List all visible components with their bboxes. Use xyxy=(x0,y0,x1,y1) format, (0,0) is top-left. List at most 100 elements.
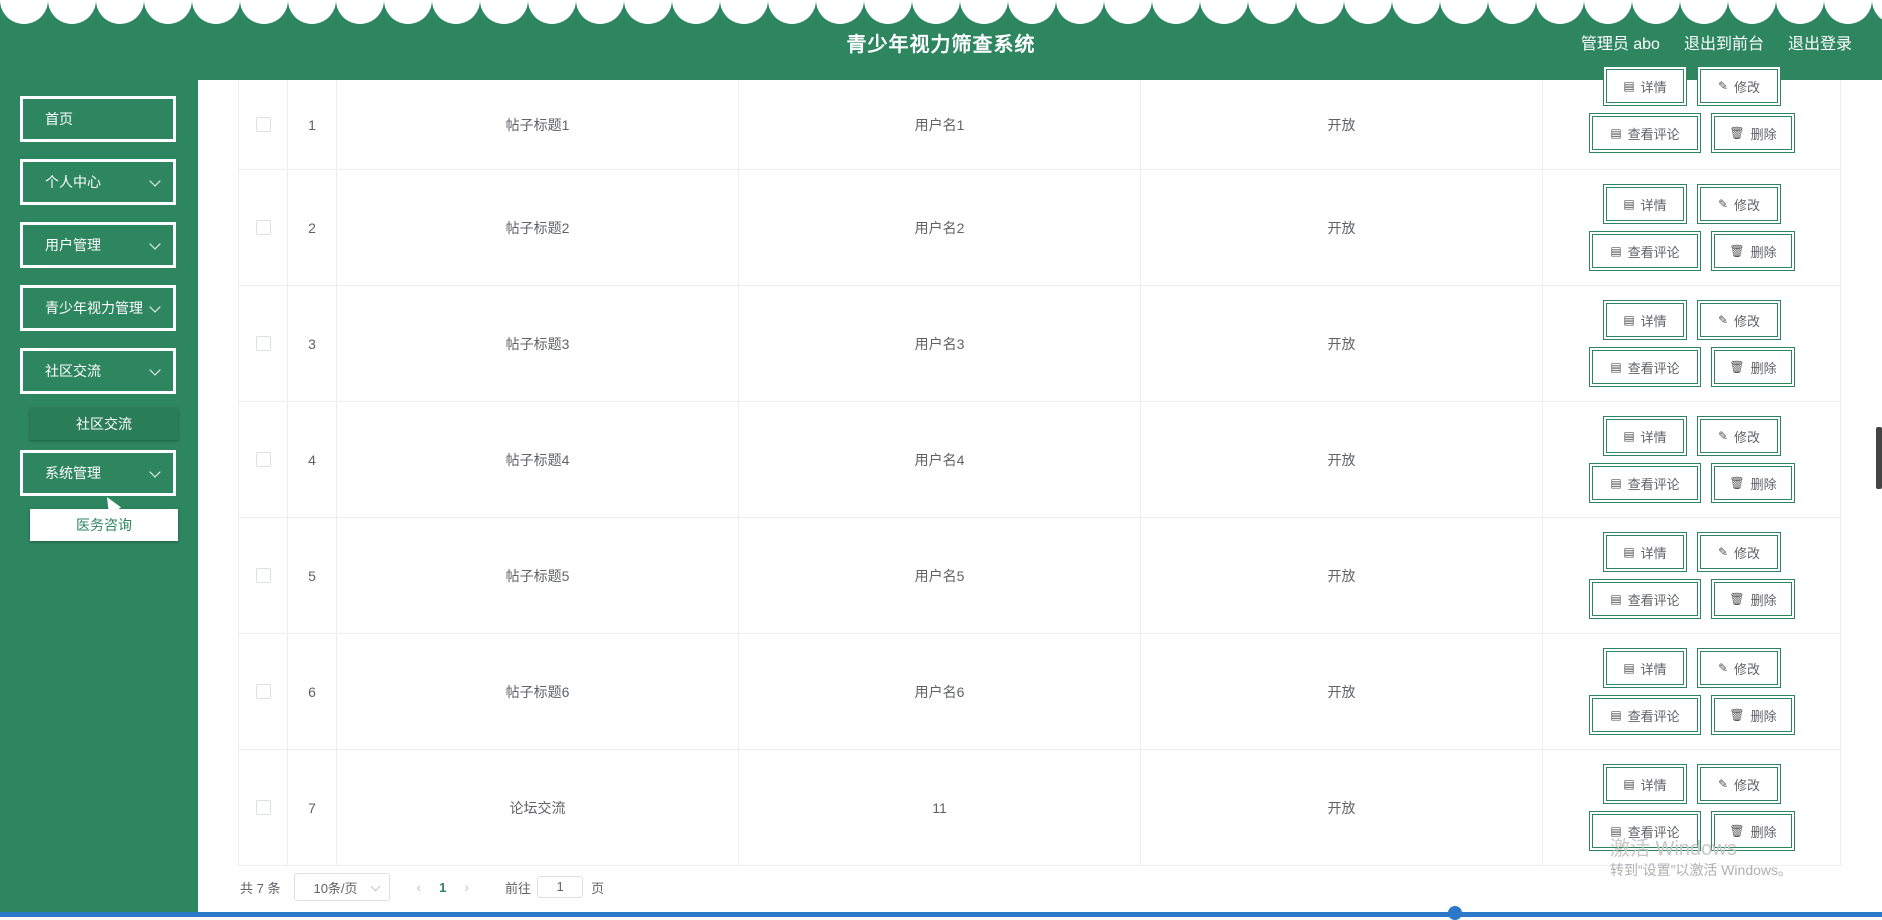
row-index: 2 xyxy=(288,170,337,285)
edit-button[interactable]: ✎ 修改 xyxy=(1697,66,1781,106)
scallop-shape xyxy=(96,0,144,24)
sidebar-item-community[interactable]: 社区交流 xyxy=(20,348,176,394)
view-comments-label: 查看评论 xyxy=(1627,126,1680,142)
row-checkbox[interactable] xyxy=(255,336,271,351)
delete-button-label: 删除 xyxy=(1750,476,1777,492)
view-comments-label: 查看评论 xyxy=(1627,476,1680,492)
detail-button[interactable]: ▤ 详情 xyxy=(1603,300,1687,340)
page-suffix-label: 页 xyxy=(591,880,605,896)
view-comments-button[interactable]: ▤ 查看评论 xyxy=(1589,347,1701,387)
detail-button[interactable]: ▤ 详情 xyxy=(1603,648,1687,688)
sidebar-item-personal-center[interactable]: 个人中心 xyxy=(20,159,176,205)
admin-user-label: 管理员 abo xyxy=(1580,36,1660,53)
edit-button-label: 修改 xyxy=(1734,79,1761,95)
pencil-icon: ✎ xyxy=(1717,313,1729,327)
scallop-shape xyxy=(0,0,48,24)
row-checkbox[interactable] xyxy=(255,568,271,583)
row-checkbox[interactable] xyxy=(255,117,271,132)
detail-button[interactable]: ▤ 详情 xyxy=(1603,532,1687,572)
prev-page-icon[interactable]: ‹ xyxy=(416,879,421,895)
scallop-shape xyxy=(816,0,864,24)
scallop-shape xyxy=(624,0,672,24)
scrollbar-thumb[interactable] xyxy=(1876,427,1882,489)
edit-button[interactable]: ✎ 修改 xyxy=(1697,300,1781,340)
scallop-shape xyxy=(336,0,384,24)
edit-button-label: 修改 xyxy=(1734,313,1761,329)
sidebar-item-label: 青少年视力管理 xyxy=(45,300,143,316)
scallop-shape xyxy=(1488,0,1536,24)
scallop-shape xyxy=(1872,0,1882,24)
goto-label: 前往 xyxy=(505,880,532,896)
page-number-current[interactable]: 1 xyxy=(439,880,446,895)
document-icon: ▤ xyxy=(1623,661,1635,675)
scallop-shape xyxy=(768,0,816,24)
table-row: 2 帖子标题2 用户名2 开放 ▤ 详情 ✎ 修改 ▤ 查看评论 🗑 删除 xyxy=(239,170,1841,286)
row-checkbox[interactable] xyxy=(255,220,271,235)
scroll-handle[interactable] xyxy=(1448,906,1462,920)
row-select-cell xyxy=(239,750,288,865)
trash-icon: 🗑 xyxy=(1729,244,1745,258)
sidebar-item-system[interactable]: 系统管理 xyxy=(20,450,176,496)
row-actions: ▤ 详情 ✎ 修改 ▤ 查看评论 🗑 删除 xyxy=(1543,518,1841,633)
detail-button-label: 详情 xyxy=(1640,777,1667,793)
row-index: 4 xyxy=(288,402,337,517)
page-size-select[interactable]: 10条/页 xyxy=(294,873,391,901)
delete-button[interactable]: 🗑 删除 xyxy=(1711,579,1795,619)
chevron-down-icon xyxy=(149,301,161,313)
submenu-community[interactable]: 社区交流 xyxy=(30,408,178,440)
delete-button[interactable]: 🗑 删除 xyxy=(1711,347,1795,387)
delete-button[interactable]: 🗑 删除 xyxy=(1711,113,1795,153)
submenu-medical-consult[interactable]: 医务咨询 xyxy=(30,509,178,541)
view-comments-button[interactable]: ▤ 查看评论 xyxy=(1589,579,1701,619)
delete-button[interactable]: 🗑 删除 xyxy=(1711,231,1795,271)
detail-button[interactable]: ▤ 详情 xyxy=(1603,764,1687,804)
next-page-icon[interactable]: › xyxy=(464,879,469,895)
horizontal-scroll-bar[interactable] xyxy=(0,912,1882,917)
sidebar-item-home[interactable]: 首页 xyxy=(20,96,176,142)
scallop-shape xyxy=(1824,0,1872,24)
post-status: 开放 xyxy=(1141,80,1543,169)
edit-button[interactable]: ✎ 修改 xyxy=(1697,764,1781,804)
detail-button-label: 详情 xyxy=(1640,313,1667,329)
edit-button[interactable]: ✎ 修改 xyxy=(1697,416,1781,456)
detail-button[interactable]: ▤ 详情 xyxy=(1603,184,1687,224)
row-checkbox[interactable] xyxy=(255,452,271,467)
chevron-down-icon xyxy=(149,238,161,250)
pencil-icon: ✎ xyxy=(1717,545,1729,559)
delete-button-label: 删除 xyxy=(1750,244,1777,260)
view-comments-button[interactable]: ▤ 查看评论 xyxy=(1589,463,1701,503)
activation-watermark-title: 激活 Windows xyxy=(1610,838,1737,860)
view-comments-button[interactable]: ▤ 查看评论 xyxy=(1589,231,1701,271)
view-comments-button[interactable]: ▤ 查看评论 xyxy=(1589,695,1701,735)
sidebar-item-youth-vision[interactable]: 青少年视力管理 xyxy=(20,285,176,331)
logout-link[interactable]: 退出登录 xyxy=(1788,30,1852,54)
document-icon: ▤ xyxy=(1623,777,1635,791)
detail-button-label: 详情 xyxy=(1640,545,1667,561)
row-index: 6 xyxy=(288,634,337,749)
table-row: 7 论坛交流 11 开放 ▤ 详情 ✎ 修改 ▤ 查看评论 🗑 删除 xyxy=(239,750,1841,866)
post-status: 开放 xyxy=(1141,402,1543,517)
edit-button[interactable]: ✎ 修改 xyxy=(1697,648,1781,688)
post-username: 用户名5 xyxy=(739,518,1141,633)
sidebar-item-user-management[interactable]: 用户管理 xyxy=(20,222,176,268)
scallop-shape xyxy=(720,0,768,24)
post-title: 帖子标题5 xyxy=(337,518,739,633)
delete-button[interactable]: 🗑 删除 xyxy=(1711,463,1795,503)
delete-button-label: 删除 xyxy=(1750,360,1777,376)
detail-button[interactable]: ▤ 详情 xyxy=(1603,416,1687,456)
view-comments-button[interactable]: ▤ 查看评论 xyxy=(1589,113,1701,153)
row-checkbox[interactable] xyxy=(255,684,271,699)
row-checkbox[interactable] xyxy=(255,800,271,815)
goto-page-input[interactable]: 1 xyxy=(537,876,584,898)
document-icon: ▤ xyxy=(1610,244,1622,258)
scallop-shape xyxy=(1344,0,1392,24)
exit-to-front-link[interactable]: 退出到前台 xyxy=(1684,30,1764,54)
pagination: 共 7 条 10条/页 ‹ 1 › 前往 1 页 xyxy=(240,873,604,901)
post-title: 帖子标题2 xyxy=(337,170,739,285)
scallop-shape xyxy=(1008,0,1056,24)
edit-button[interactable]: ✎ 修改 xyxy=(1697,184,1781,224)
delete-button[interactable]: 🗑 删除 xyxy=(1711,695,1795,735)
detail-button[interactable]: ▤ 详情 xyxy=(1603,66,1687,106)
total-count: 共 7 条 xyxy=(240,880,281,896)
edit-button[interactable]: ✎ 修改 xyxy=(1697,532,1781,572)
